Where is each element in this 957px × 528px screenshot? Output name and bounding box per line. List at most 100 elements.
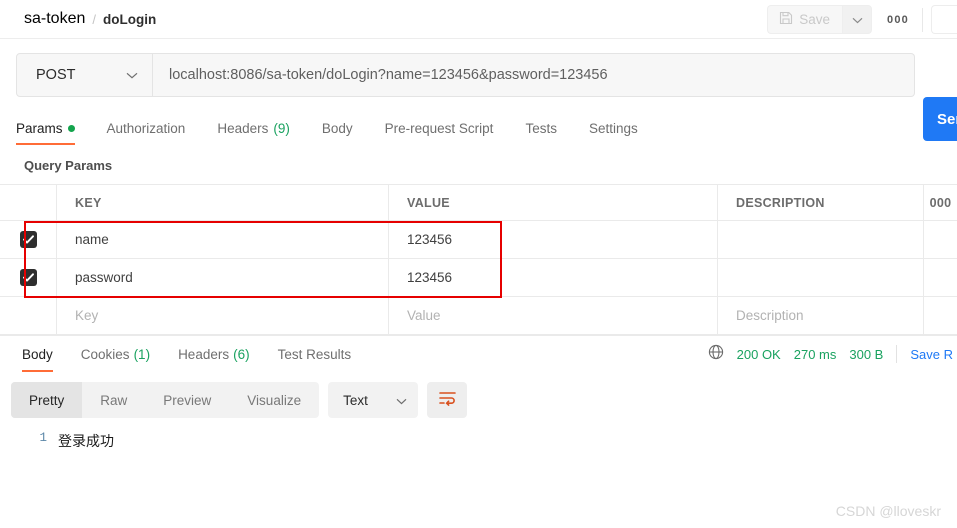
url-input[interactable]: localhost:8086/sa-token/doLogin?name=123… [153, 53, 915, 97]
response-format-toolbar: Pretty Raw Preview Visualize Text [0, 372, 957, 418]
save-button[interactable]: Save [767, 5, 842, 34]
row-checkbox-empty[interactable] [0, 297, 57, 334]
word-wrap-icon [438, 390, 457, 411]
url-input-value: localhost:8086/sa-token/doLogin?name=123… [169, 67, 608, 83]
row-spacer-password [924, 259, 957, 296]
tab-pre-request-script[interactable]: Pre-request Script [369, 111, 510, 145]
response-language-value: Text [343, 392, 368, 408]
active-tab-underline [16, 143, 75, 145]
response-tab-test-results[interactable]: Test Results [264, 336, 366, 372]
chevron-down-icon [852, 11, 863, 29]
new-key-input[interactable]: Key [57, 297, 389, 334]
tab-params[interactable]: Params [16, 111, 91, 145]
row-checkbox-name[interactable] [0, 221, 57, 258]
response-status-group: 200 OK 270 ms 300 B Save R [708, 336, 957, 372]
query-params-title: Query Params [24, 158, 113, 173]
send-button-label: Send [937, 110, 957, 128]
header-cell-key: KEY [57, 185, 389, 220]
row-description-password[interactable] [718, 259, 924, 296]
line-number: 1 [39, 431, 47, 445]
response-body-line: 登录成功 [58, 435, 114, 451]
tab-headers-count: (9) [273, 120, 290, 136]
request-tabs: Params Authorization Headers (9) Body Pr… [0, 111, 957, 145]
save-response-button[interactable]: Save R [910, 347, 953, 362]
word-wrap-button[interactable] [427, 382, 468, 418]
tab-headers[interactable]: Headers (9) [201, 111, 306, 145]
tab-body-label: Body [321, 120, 353, 136]
row-spacer-name [924, 221, 957, 258]
http-method-select[interactable]: POST [16, 53, 153, 97]
ellipsis-icon: 000 [887, 13, 909, 26]
breadcrumb-separator: / [92, 11, 96, 27]
topbar-divider [922, 7, 923, 32]
response-view-switch: Pretty Raw Preview Visualize [11, 382, 320, 418]
new-value-placeholder: Value [407, 308, 441, 323]
response-tab-cookies-label: Cookies [80, 346, 130, 362]
tab-tests[interactable]: Tests [509, 111, 573, 145]
checkbox-checked-icon [19, 269, 37, 286]
response-tab-cookies-count: (1) [133, 346, 151, 362]
row-key-value: name [75, 232, 109, 247]
breadcrumb-collection[interactable]: sa-token [24, 10, 85, 28]
topbar-actions: Save 000 [767, 0, 957, 39]
row-value-value: 123456 [407, 270, 453, 285]
new-description-input[interactable]: Description [718, 297, 924, 334]
row-key-value: password [75, 270, 133, 285]
watermark: CSDN @lloveskr [835, 503, 941, 519]
query-params-table: KEY VALUE DESCRIPTION 000 name 123456 pa… [0, 184, 957, 336]
view-raw[interactable]: Raw [82, 382, 145, 418]
tab-body[interactable]: Body [306, 111, 369, 145]
response-tab-cookies[interactable]: Cookies (1) [67, 336, 164, 372]
floppy-disk-icon [779, 11, 793, 28]
table-options-button[interactable]: 000 [924, 185, 957, 220]
checkbox-checked-icon [19, 231, 37, 248]
send-button[interactable]: Send [923, 97, 957, 141]
view-preview[interactable]: Preview [145, 382, 229, 418]
response-language-select[interactable]: Text [328, 382, 419, 418]
response-tab-headers[interactable]: Headers (6) [164, 336, 264, 372]
tab-authorization[interactable]: Authorization [91, 111, 202, 145]
row-checkbox-password[interactable] [0, 259, 57, 296]
table-row-empty: Key Value Description [0, 297, 957, 335]
row-value-password[interactable]: 123456 [389, 259, 718, 296]
view-visualize[interactable]: Visualize [229, 382, 319, 418]
row-value-name[interactable]: 123456 [389, 221, 718, 258]
chevron-down-icon [126, 66, 138, 84]
new-description-placeholder: Description [736, 308, 804, 323]
topbar-panel-stub[interactable] [931, 5, 957, 34]
response-status-code: 200 OK [736, 346, 781, 362]
response-size: 300 B [849, 346, 884, 362]
tab-tests-label: Tests [525, 120, 557, 136]
more-actions-button[interactable]: 000 [881, 5, 915, 34]
header-cell-check [0, 185, 57, 220]
table-header-row: KEY VALUE DESCRIPTION 000 [0, 185, 957, 221]
save-dropdown-button[interactable] [842, 5, 872, 34]
row-key-password[interactable]: password [57, 259, 389, 296]
active-response-tab-underline [22, 370, 53, 372]
response-tab-body-label: Body [22, 346, 53, 362]
row-key-name[interactable]: name [57, 221, 389, 258]
tab-headers-label: Headers [217, 120, 269, 136]
tab-settings[interactable]: Settings [573, 111, 654, 145]
response-tab-test-results-label: Test Results [277, 346, 352, 362]
row-description-name[interactable] [718, 221, 924, 258]
globe-icon[interactable] [708, 344, 724, 365]
http-method-value: POST [36, 67, 76, 83]
params-modified-dot-icon [67, 124, 75, 132]
method-url-group: POST localhost:8086/sa-token/doLogin?nam… [16, 53, 915, 97]
header-cell-value: VALUE [389, 185, 718, 220]
tab-pre-request-script-label: Pre-request Script [384, 120, 494, 136]
breadcrumb-bar: sa-token / doLogin Save 000 [0, 0, 957, 39]
table-row: password 123456 [0, 259, 957, 297]
table-row: name 123456 [0, 221, 957, 259]
chevron-down-icon [396, 393, 407, 408]
response-tabs: Body Cookies (1) Headers (6) Test Result… [0, 336, 957, 372]
tab-params-label: Params [16, 120, 63, 136]
new-value-input[interactable]: Value [389, 297, 718, 334]
response-body: 1 登录成功 [0, 418, 957, 451]
view-pretty[interactable]: Pretty [11, 382, 83, 418]
breadcrumb-request[interactable]: doLogin [103, 12, 156, 27]
save-button-label: Save [799, 12, 830, 27]
response-tab-body[interactable]: Body [8, 336, 67, 372]
row-value-value: 123456 [407, 232, 453, 247]
